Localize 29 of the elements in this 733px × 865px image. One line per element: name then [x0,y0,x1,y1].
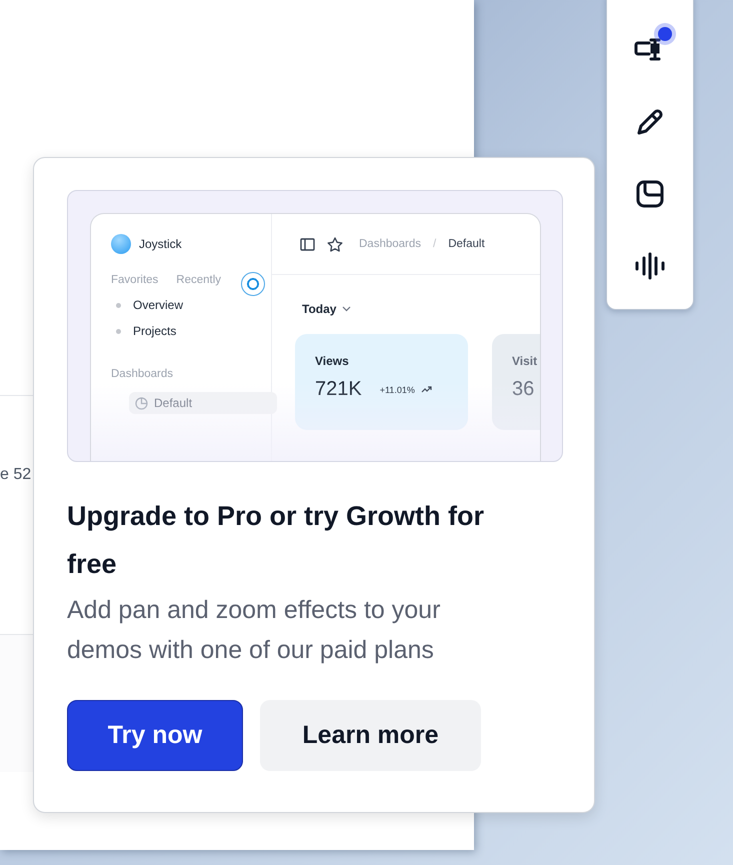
card-value: 36 [512,378,534,401]
chevron-down-icon [342,306,352,312]
app-name: Joystick [139,237,182,251]
star-icon [327,236,343,252]
pie-chart-icon [135,396,148,410]
period-dropdown[interactable]: Today [302,302,336,316]
trend-up-icon [420,386,432,393]
bullet-icon [116,328,121,334]
breadcrumb-current: Default [448,238,485,250]
card-label: Visit [512,354,538,368]
sticker-icon [635,179,665,209]
try-now-button[interactable]: Try now [67,700,243,771]
section-label: Dashboards [111,368,174,380]
sidebar-item[interactable]: Projects [133,324,176,338]
pen-icon [635,107,665,137]
bullet-icon [116,302,121,308]
card-value: 721K [315,378,362,401]
learn-more-button[interactable]: Learn more [260,700,481,771]
avatar-icon [111,234,131,254]
cursor-ring-icon [241,272,265,296]
breadcrumb-separator: / [433,238,436,250]
popup-description: Add pan and zoom effects to your demos with one of our paid plans [67,595,442,666]
waveform-icon [634,252,666,280]
popup-title: Upgrade to Pro or try Growth for free [67,500,486,581]
card-label: Views [315,354,349,368]
sidebar-toggle-icon [300,238,315,250]
window-text: e 52 [0,466,32,483]
sidebar-item[interactable]: Overview [133,298,184,312]
change-percent: +11.01% [380,384,415,394]
